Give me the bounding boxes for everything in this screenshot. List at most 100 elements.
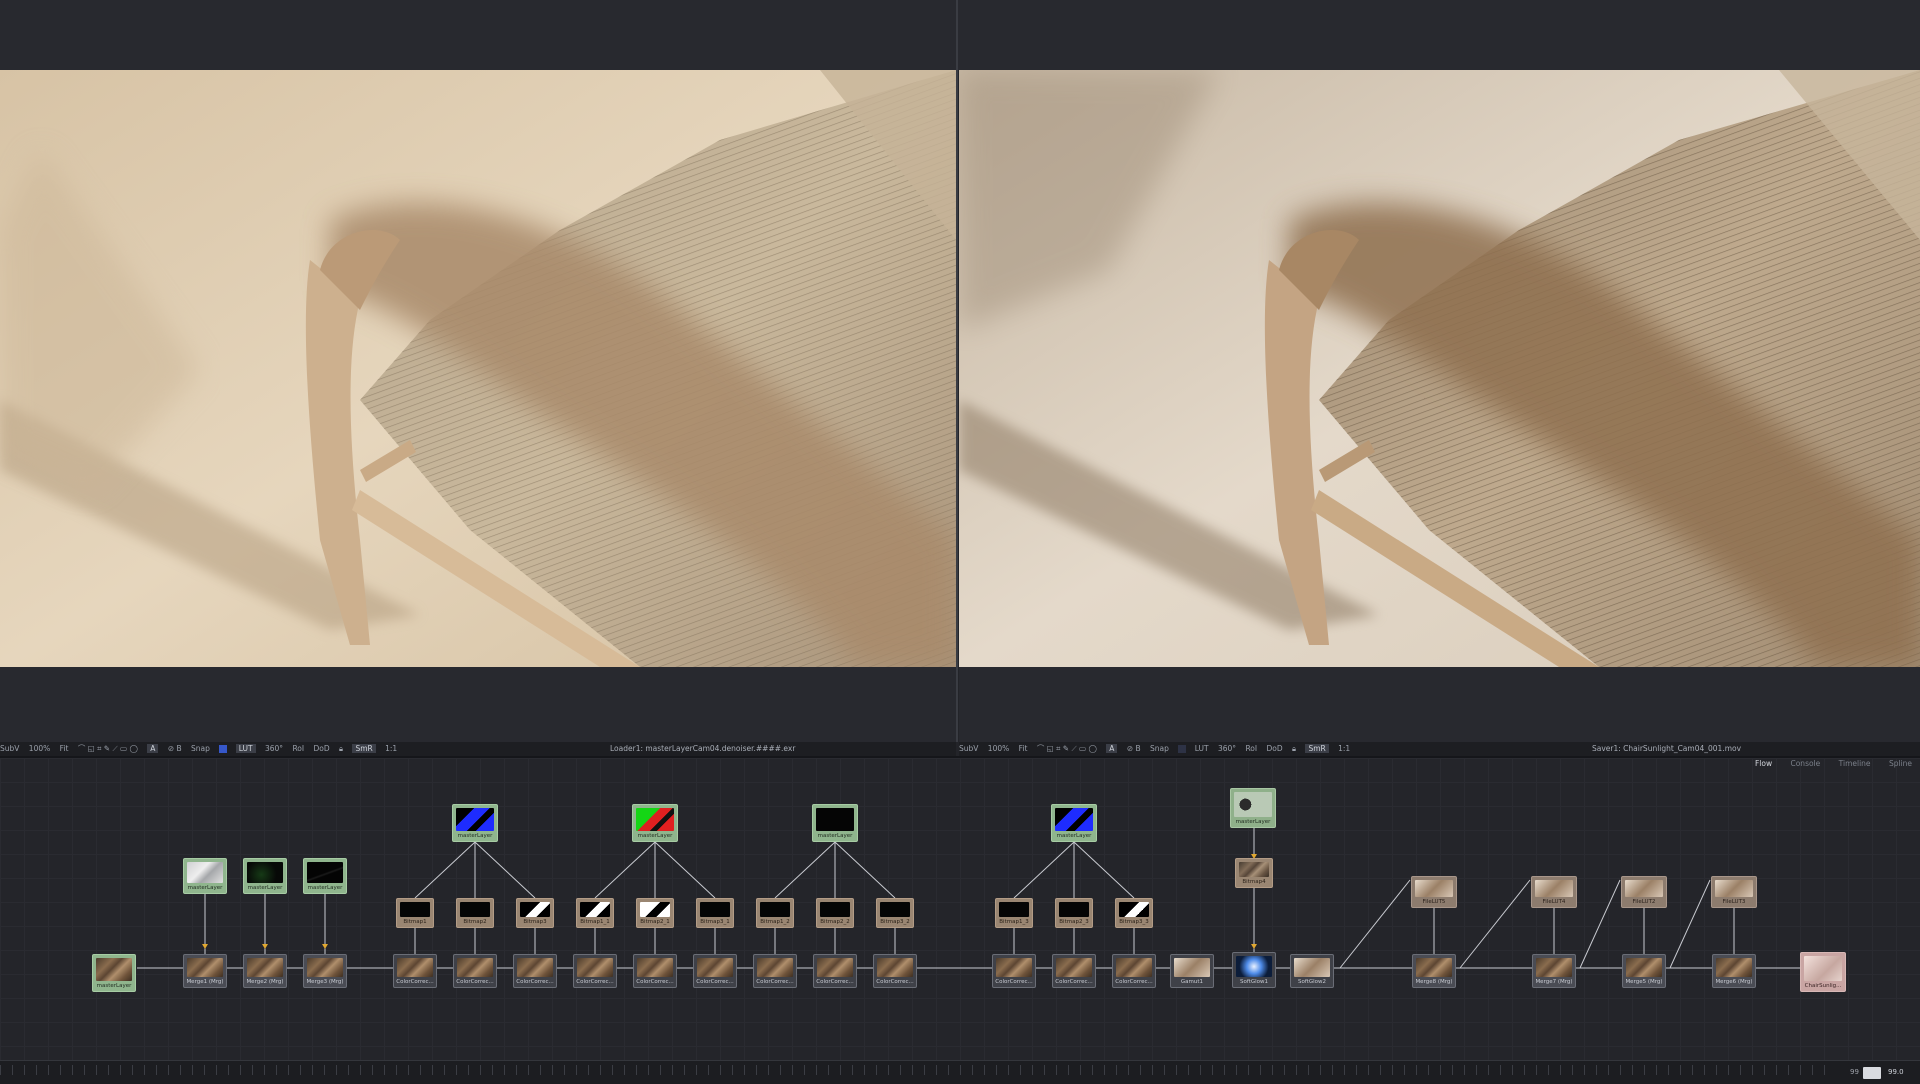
- lock-icon[interactable]: 🔒︎: [339, 744, 343, 753]
- bitmap-node[interactable]: Bitmap2: [456, 898, 494, 928]
- bitmap-node[interactable]: Bitmap4: [1235, 858, 1273, 888]
- snap-button[interactable]: Snap: [1150, 744, 1169, 753]
- smr-button[interactable]: SmR: [1305, 744, 1329, 753]
- angle-button[interactable]: 360°: [1218, 744, 1236, 753]
- bitmap-node[interactable]: Bitmap1: [396, 898, 434, 928]
- loader-node[interactable]: masterLayer: [632, 804, 678, 842]
- node-label: Merge8 (Mrg): [1415, 979, 1453, 985]
- color-corrector-node[interactable]: ColorCorrec...: [1112, 954, 1156, 988]
- playhead-box[interactable]: [1863, 1067, 1881, 1079]
- channel-a-button[interactable]: A: [1106, 744, 1118, 753]
- flow-editor[interactable]: Flow Console Timeline Spline masterLayer…: [0, 758, 1920, 1060]
- bitmap-node[interactable]: Bitmap2_3: [1055, 898, 1093, 928]
- file-lut-node[interactable]: FileLUT4: [1531, 876, 1577, 908]
- color-corrector-node[interactable]: ColorCorrec...: [453, 954, 497, 988]
- bitmap-node[interactable]: Bitmap3: [516, 898, 554, 928]
- loader-node[interactable]: masterLayer: [812, 804, 858, 842]
- bitmap-node[interactable]: Bitmap1_3: [995, 898, 1033, 928]
- color-corrector-node[interactable]: ColorCorrec...: [873, 954, 917, 988]
- bitmap-node[interactable]: Bitmap1_2: [756, 898, 794, 928]
- node-label: Bitmap2_2: [820, 919, 850, 925]
- guides-icon[interactable]: ⊘ B: [1127, 744, 1141, 753]
- gamut-node[interactable]: Gamut1: [1170, 954, 1214, 988]
- time-ruler[interactable]: 99 99.0: [0, 1060, 1920, 1084]
- loader-node[interactable]: masterLayer: [452, 804, 498, 842]
- roi-button[interactable]: RoI: [1245, 744, 1257, 753]
- node-thumbnail: [517, 958, 553, 977]
- bitmap-node[interactable]: Bitmap3_3: [1115, 898, 1153, 928]
- color-corrector-node[interactable]: ColorCorrec...: [992, 954, 1036, 988]
- subv-toggle[interactable]: SubV: [959, 744, 978, 753]
- loader-node[interactable]: masterLayer: [92, 954, 136, 992]
- loader-node[interactable]: masterLayer: [183, 858, 227, 894]
- color-corrector-node[interactable]: ColorCorrec...: [513, 954, 557, 988]
- node-label: masterLayer: [247, 885, 283, 891]
- chair-render-denoised: [0, 70, 956, 667]
- saver-node[interactable]: ChairSunlig...: [1800, 952, 1846, 992]
- color-corrector-node[interactable]: ColorCorrec...: [573, 954, 617, 988]
- ratio-button[interactable]: 1:1: [1338, 744, 1350, 753]
- file-lut-node[interactable]: FileLUT5: [1411, 876, 1457, 908]
- lock-icon[interactable]: 🔒︎: [1292, 744, 1296, 753]
- merge-node[interactable]: Merge6 (Mrg): [1712, 954, 1756, 988]
- zoom-level[interactable]: 100%: [29, 744, 50, 753]
- node-label: Bitmap1: [403, 919, 427, 925]
- node-label: SoftGlow1: [1239, 979, 1268, 985]
- viewer-divider[interactable]: [956, 0, 958, 742]
- roi-button[interactable]: RoI: [292, 744, 304, 753]
- loader-node[interactable]: masterLayer: [1051, 804, 1097, 842]
- color-corrector-node[interactable]: ColorCorrec...: [753, 954, 797, 988]
- snap-button[interactable]: Snap: [191, 744, 210, 753]
- fit-button[interactable]: Fit: [60, 744, 69, 753]
- merge-node[interactable]: Merge8 (Mrg): [1412, 954, 1456, 988]
- node-thumbnail: [697, 958, 733, 977]
- file-lut-node[interactable]: FileLUT2: [1621, 876, 1667, 908]
- color-corrector-node[interactable]: ColorCorrec...: [393, 954, 437, 988]
- frame-ruler[interactable]: [0, 1065, 1830, 1075]
- fit-button[interactable]: Fit: [1019, 744, 1028, 753]
- dod-button[interactable]: DoD: [1267, 744, 1283, 753]
- merge-node[interactable]: Merge3 (Mrg): [303, 954, 347, 988]
- bitmap-node[interactable]: Bitmap2_2: [816, 898, 854, 928]
- ratio-button[interactable]: 1:1: [385, 744, 397, 753]
- fast-noise-node[interactable]: masterLayer: [1230, 788, 1276, 828]
- bitmap-node[interactable]: Bitmap1_1: [576, 898, 614, 928]
- angle-button[interactable]: 360°: [265, 744, 283, 753]
- merge-node[interactable]: Merge2 (Mrg): [243, 954, 287, 988]
- merge-node[interactable]: Merge5 (Mrg): [1622, 954, 1666, 988]
- color-swatch-icon[interactable]: [1178, 745, 1187, 753]
- color-corrector-node[interactable]: ColorCorrec...: [813, 954, 857, 988]
- node-thumbnail: [1294, 958, 1330, 977]
- lut-button[interactable]: LUT: [235, 744, 256, 753]
- right-viewer-image[interactable]: [959, 70, 1920, 667]
- node-label: FileLUT4: [1542, 899, 1566, 905]
- node-thumbnail: [1415, 880, 1453, 897]
- merge-node[interactable]: Merge1 (Mrg): [183, 954, 227, 988]
- zoom-level[interactable]: 100%: [988, 744, 1009, 753]
- dod-button[interactable]: DoD: [314, 744, 330, 753]
- lut-button[interactable]: LUT: [1195, 744, 1209, 753]
- loader-node[interactable]: masterLayer: [243, 858, 287, 894]
- softglow-node[interactable]: SoftGlow2: [1290, 954, 1334, 988]
- viewer-tools-icons[interactable]: ⌒ ◱ ⌗ ✎ ⟋ ▭ ◯: [1037, 744, 1097, 753]
- merge-node[interactable]: Merge7 (Mrg): [1532, 954, 1576, 988]
- left-viewer-image[interactable]: [0, 70, 956, 667]
- subv-toggle[interactable]: SubV: [0, 744, 19, 753]
- node-thumbnail: [1536, 958, 1572, 977]
- file-lut-node[interactable]: FileLUT3: [1711, 876, 1757, 908]
- color-corrector-node[interactable]: ColorCorrec...: [1052, 954, 1096, 988]
- current-frame-field[interactable]: 99.0: [1888, 1068, 1904, 1076]
- loader-node[interactable]: masterLayer: [303, 858, 347, 894]
- color-corrector-node[interactable]: ColorCorrec...: [693, 954, 737, 988]
- bitmap-node[interactable]: Bitmap3_2: [876, 898, 914, 928]
- smr-button[interactable]: SmR: [352, 744, 376, 753]
- guides-icon[interactable]: ⊘ B: [168, 744, 182, 753]
- color-swatch-icon[interactable]: [219, 745, 228, 753]
- channel-a-button[interactable]: A: [147, 744, 159, 753]
- node-thumbnail: [817, 958, 853, 977]
- bitmap-node[interactable]: Bitmap3_1: [696, 898, 734, 928]
- bitmap-node[interactable]: Bitmap2_1: [636, 898, 674, 928]
- softglow-node[interactable]: SoftGlow1: [1232, 952, 1276, 988]
- viewer-tools-icons[interactable]: ⌒ ◱ ⌗ ✎ ⟋ ▭ ◯: [78, 744, 138, 753]
- color-corrector-node[interactable]: ColorCorrec...: [633, 954, 677, 988]
